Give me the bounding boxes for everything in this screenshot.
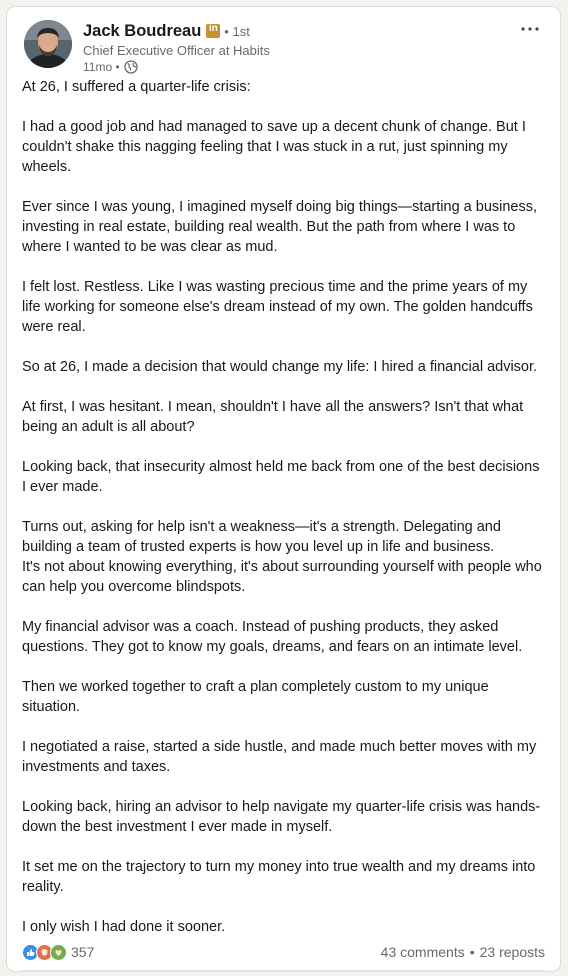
post-card: Jack Boudreau in • 1st Chief Executive O… xyxy=(6,6,561,972)
post-paragraph: I negotiated a raise, started a side hus… xyxy=(22,739,537,775)
reposts-count-link[interactable]: 23 reposts xyxy=(480,944,545,960)
post-paragraph: At 26, I suffered a quarter-life crisis: xyxy=(22,79,251,95)
post-paragraph: Ever since I was young, I imagined mysel… xyxy=(22,199,538,255)
connection-degree: • 1st xyxy=(224,23,250,39)
avatar-photo xyxy=(24,20,72,68)
post-paragraph: Looking back, that insecurity almost hel… xyxy=(22,459,540,495)
badge-label: in xyxy=(208,23,218,34)
post-body: At 26, I suffered a quarter-life crisis:… xyxy=(22,77,544,957)
post-meta: 11mo • xyxy=(83,59,270,75)
engagement-counts: 43 comments • 23 reposts xyxy=(381,944,545,960)
post-paragraph: Then we worked together to craft a plan … xyxy=(22,679,489,715)
post-paragraph: It set me on the trajectory to turn my m… xyxy=(22,859,536,895)
comments-count-link[interactable]: 43 comments xyxy=(381,944,465,960)
social-counts-bar: 357 43 comments • 23 reposts xyxy=(22,941,545,963)
social-divider xyxy=(22,970,545,971)
more-options-icon[interactable] xyxy=(518,20,542,40)
post-paragraph: I felt lost. Restless. Like I was wastin… xyxy=(22,279,533,335)
post-paragraph: Turns out, asking for help isn't a weakn… xyxy=(22,519,542,595)
author-name[interactable]: Jack Boudreau xyxy=(83,22,201,41)
post-header: Jack Boudreau in • 1st Chief Executive O… xyxy=(24,20,550,75)
globe-icon xyxy=(124,60,138,74)
post-paragraph: I had a good job and had managed to save… xyxy=(22,119,526,175)
reactions-summary[interactable]: 357 xyxy=(22,943,95,961)
linkedin-premium-icon: in xyxy=(206,23,221,38)
post-paragraph: My financial advisor was a coach. Instea… xyxy=(22,619,523,655)
author-info: Jack Boudreau in • 1st Chief Executive O… xyxy=(83,20,270,75)
post-paragraph: So at 26, I made a decision that would c… xyxy=(22,359,538,375)
post-paragraph: I only wish I had done it sooner. xyxy=(22,919,226,935)
author-avatar[interactable] xyxy=(24,20,72,68)
post-time: 11mo • xyxy=(83,60,120,74)
author-headline: Chief Executive Officer at Habits xyxy=(83,43,270,58)
post-paragraph: At first, I was hesitant. I mean, should… xyxy=(22,399,524,435)
reaction-count: 357 xyxy=(71,944,95,960)
separator-dot: • xyxy=(469,944,475,960)
author-name-row: Jack Boudreau in • 1st xyxy=(83,20,270,42)
post-paragraph: Looking back, hiring an advisor to help … xyxy=(22,799,541,835)
support-reaction-icon xyxy=(50,943,67,961)
